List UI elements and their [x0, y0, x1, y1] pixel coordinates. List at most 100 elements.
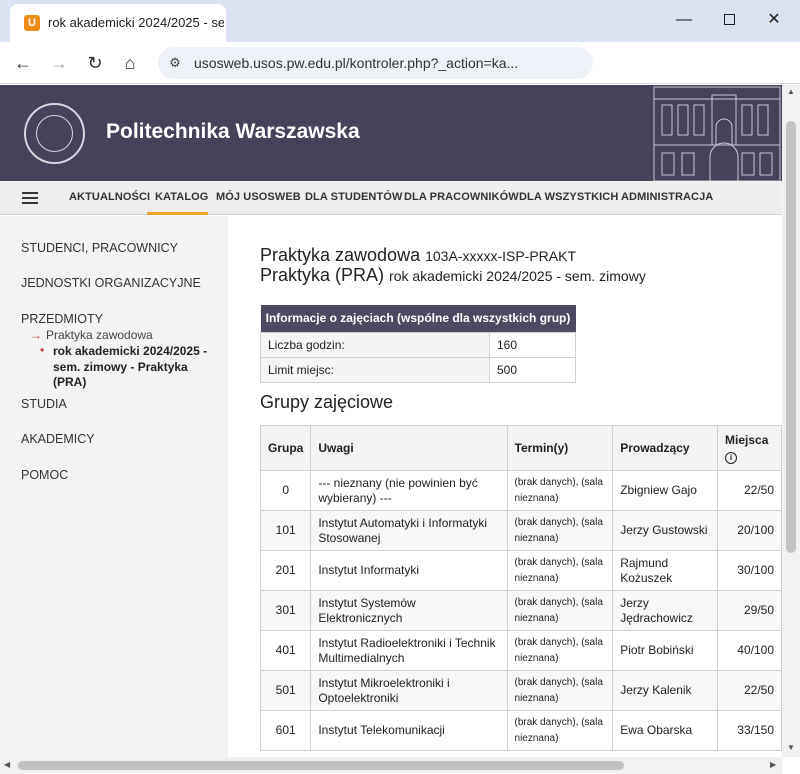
sidebar-item-jednostki[interactable]: JEDNOSTKI ORGANIZACYJNE [21, 276, 201, 290]
group-seats: 29/50 [717, 590, 782, 631]
group-teacher[interactable]: Jerzy Gustowski [612, 510, 719, 551]
group-note: Instytut Systemów Elektronicznych [310, 590, 508, 631]
col-grupa: Grupa [259, 425, 312, 471]
address-bar[interactable]: ⚙ usosweb.usos.pw.edu.pl/kontroler.php?_… [158, 47, 593, 79]
usos-favicon-icon: U [24, 15, 40, 31]
group-teacher[interactable]: Piotr Bobiński [612, 630, 719, 671]
course-heading: Praktyka zawodowa 103A-xxxxx-ISP-PRAKT [260, 245, 576, 266]
group-number[interactable]: 201 [259, 550, 312, 591]
home-icon[interactable]: ⌂ [115, 48, 145, 78]
group-teacher[interactable]: Zbigniew Gajo [612, 470, 719, 511]
course-code: 103A-xxxxx-ISP-PRAKT [425, 248, 577, 264]
bullet-icon: • [40, 343, 45, 357]
group-note: Instytut Radioelektroniki i Technik Mult… [310, 630, 508, 671]
sidebar-subitem-praktyka[interactable]: → Praktyka zawodowa [30, 328, 153, 342]
group-number[interactable]: 501 [259, 670, 312, 711]
group-teacher[interactable]: Ewa Obarska [612, 710, 719, 751]
group-number[interactable]: 601 [259, 710, 312, 751]
sidebar-item-akademicy[interactable]: AKADEMICY [21, 432, 95, 446]
back-arrow-icon[interactable]: ← [8, 48, 38, 78]
limit-value: 500 [489, 356, 576, 383]
group-term: (brak danych), (sala nieznana) [506, 670, 614, 711]
group-note: Instytut Mikroelektroniki i Optoelektron… [310, 670, 508, 711]
vertical-scroll-thumb[interactable] [786, 121, 796, 553]
group-teacher[interactable]: Jerzy Jędrachowicz [612, 590, 719, 631]
scroll-left-icon[interactable]: ◀ [4, 760, 10, 769]
group-note: Instytut Informatyki [310, 550, 508, 591]
site-info-icon[interactable]: ⚙ [166, 54, 184, 72]
group-number[interactable]: 401 [259, 630, 312, 671]
horizontal-scrollbar[interactable]: ◀ ▶ [0, 757, 782, 774]
table-row[interactable]: 0 --- nieznany (nie powinien być wybieran… [259, 470, 782, 511]
sidebar-current-item: rok akademicki 2024/2025 - sem. zimowy -… [53, 344, 208, 389]
group-number[interactable]: 301 [259, 590, 312, 631]
table-row[interactable]: 401 Instytut Radioelektroniki i Technik M… [259, 630, 782, 671]
menu-administracja[interactable]: ADMINISTRACJA [621, 191, 713, 203]
page-viewport: Politechnika Warszawska AKTUALNOŚCI KATA… [0, 85, 782, 757]
arrow-right-icon: → [30, 328, 42, 342]
browser-toolbar: ← → ↻ ⌂ ⚙ usosweb.usos.pw.edu.pl/kontrol… [0, 42, 800, 84]
hamburger-menu-icon[interactable] [22, 192, 38, 204]
menu-moj-usosweb[interactable]: MÓJ USOSWEB [216, 191, 301, 203]
group-number[interactable]: 101 [259, 510, 312, 551]
sidebar-item-przedmioty[interactable]: PRZEDMIOTY [21, 312, 103, 326]
close-icon[interactable]: ✕ [752, 4, 796, 36]
horizontal-scroll-thumb[interactable] [18, 761, 624, 770]
group-term: (brak danych), (sala nieznana) [506, 470, 614, 511]
maximize-icon[interactable] [707, 4, 751, 36]
tab-title: rok akademicki 2024/2025 - sem [48, 15, 224, 30]
university-seal-logo[interactable] [24, 103, 85, 164]
menu-dla-studentow[interactable]: DLA STUDENTÓW [305, 191, 402, 203]
groups-table: Grupa Uwagi Termin(y) Prowadzący Miejsca… [259, 425, 782, 751]
info-icon[interactable]: i [725, 452, 738, 464]
col-terminy: Termin(y) [506, 425, 614, 471]
scroll-up-icon[interactable]: ▲ [787, 87, 795, 96]
university-name[interactable]: Politechnika Warszawska [106, 120, 360, 144]
table-row[interactable]: 201 Instytut Informatyki (brak danych), (s… [259, 550, 782, 591]
main-content: Praktyka zawodowa 103A-xxxxx-ISP-PRAKT P… [228, 216, 782, 757]
table-row[interactable]: 501 Instytut Mikroelektroniki i Optoelekt… [259, 670, 782, 711]
university-banner: Politechnika Warszawska [0, 85, 782, 181]
group-teacher[interactable]: Rajmund Kożuszek [612, 550, 719, 591]
menu-aktualnosci[interactable]: AKTUALNOŚCI [69, 191, 150, 203]
table-row[interactable]: 301 Instytut Systemów Elektronicznych (bra… [259, 590, 782, 631]
group-number[interactable]: 0 [259, 470, 312, 511]
group-seats: 33/150 [717, 710, 782, 751]
menu-katalog[interactable]: KATALOG [155, 191, 208, 203]
forward-arrow-icon[interactable]: → [44, 48, 74, 78]
table-row[interactable]: 601 Instytut Telekomunikacji (brak danych)… [259, 710, 782, 751]
col-miejsca-label: Miejsca [725, 433, 769, 447]
sidebar-item-studenci-pracownicy[interactable]: STUDENCI, PRACOWNICY [21, 241, 178, 255]
course-term: rok akademicki 2024/2025 - sem. zimowy [389, 268, 646, 284]
main-menu: AKTUALNOŚCI KATALOG MÓJ USOSWEB DLA STUD… [0, 181, 782, 215]
url-text[interactable]: usosweb.usos.pw.edu.pl/kontroler.php?_ac… [194, 55, 518, 71]
vertical-scrollbar[interactable]: ▲ ▼ [782, 85, 800, 757]
sidebar-item-pomoc[interactable]: POMOC [21, 468, 68, 482]
group-term: (brak danych), (sala nieznana) [506, 510, 614, 551]
browser-titlebar: U rok akademicki 2024/2025 - sem — ✕ [0, 0, 800, 42]
group-teacher[interactable]: Jerzy Kalenik [612, 670, 719, 711]
group-note: Instytut Telekomunikacji [310, 710, 508, 751]
col-uwagi: Uwagi [310, 425, 508, 471]
group-seats: 30/100 [717, 550, 782, 591]
scroll-right-icon[interactable]: ▶ [770, 760, 776, 769]
group-term: (brak danych), (sala nieznana) [506, 710, 614, 751]
sidebar-subitem-label[interactable]: Praktyka zawodowa [46, 328, 153, 342]
browser-tab[interactable]: U rok akademicki 2024/2025 - sem [10, 4, 226, 42]
menu-dla-pracownikow[interactable]: DLA PRACOWNIKÓW [404, 191, 519, 203]
reload-icon[interactable]: ↻ [80, 48, 110, 78]
group-seats: 20/100 [717, 510, 782, 551]
group-term: (brak danych), (sala nieznana) [506, 630, 614, 671]
group-note: --- nieznany (nie powinien być wybierany… [310, 470, 508, 511]
table-row[interactable]: 101 Instytut Automatyki i Informatyki Sto… [259, 510, 782, 551]
groups-title: Grupy zajęciowe [260, 392, 394, 412]
menu-dla-wszystkich[interactable]: DLA WSZYSTKICH [519, 191, 618, 203]
hours-value: 160 [489, 331, 576, 358]
building-illustration [653, 86, 781, 181]
sidebar-item-studia[interactable]: STUDIA [21, 397, 67, 411]
minimize-icon[interactable]: — [662, 4, 706, 36]
group-seats: 22/50 [717, 470, 782, 511]
scroll-down-icon[interactable]: ▼ [787, 743, 795, 752]
class-info-header: Informacje o zajęciach (wspólne dla wszy… [260, 305, 576, 332]
group-term: (brak danych), (sala nieznana) [506, 550, 614, 591]
